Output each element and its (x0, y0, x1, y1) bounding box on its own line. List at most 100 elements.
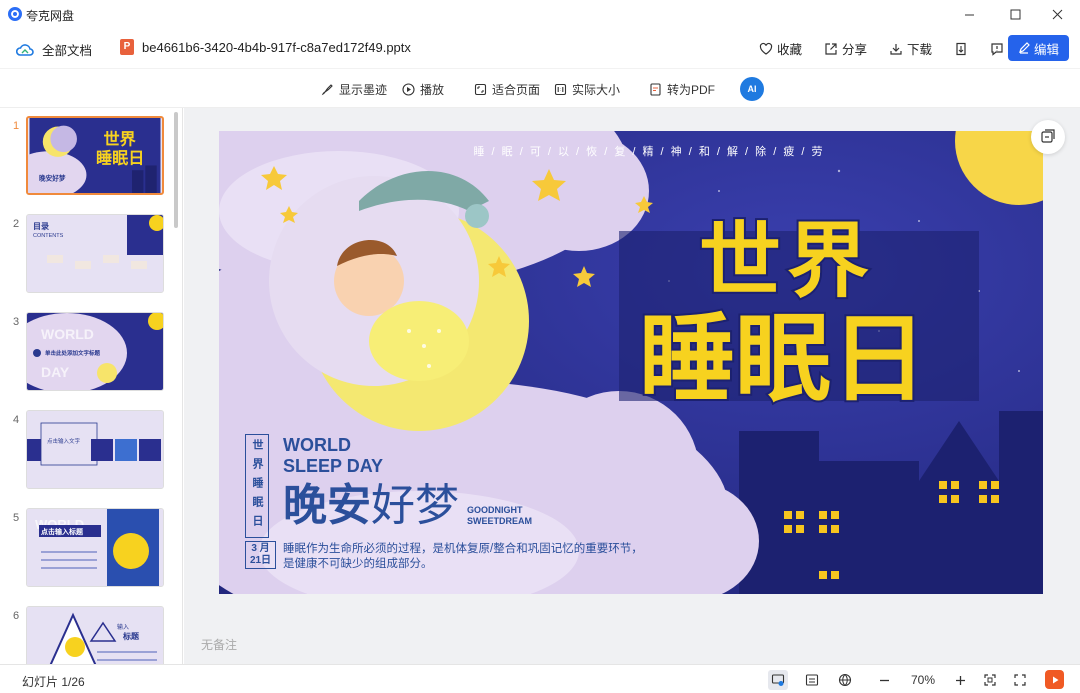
show-ink-label: 显示墨迹 (339, 83, 388, 97)
convert-pdf-label: 转为PDF (667, 83, 716, 97)
document-header: 全部文档 P be4661b6-3420-4b4b-917f-c8a7ed172… (0, 28, 1080, 68)
close-button[interactable] (1034, 0, 1080, 28)
fit-screen-button[interactable] (980, 670, 1000, 690)
sidebar-scrollbar[interactable] (174, 112, 178, 228)
goodnight-bold: 晚安 (283, 481, 371, 530)
maximize-button[interactable] (992, 0, 1038, 28)
close-icon (1052, 9, 1062, 19)
favorite-button[interactable]: 收藏 (759, 39, 802, 58)
thumb-number: 4 (13, 414, 20, 426)
svg-text:WORLD: WORLD (41, 326, 94, 342)
svg-text:目录: 目录 (33, 222, 49, 231)
slide-goodnight-en-1: GOODNIGHT (467, 505, 523, 515)
normal-view-icon (771, 674, 785, 686)
fullscreen-button[interactable] (1010, 670, 1030, 690)
play-label: 播放 (420, 83, 445, 97)
slide-date-box: 3 月 21日 (245, 541, 276, 569)
share-icon (825, 42, 837, 55)
download-icon (890, 43, 902, 55)
slide-thumbnail-6[interactable]: 输入 标题 (26, 606, 164, 664)
play-button[interactable]: 播放 (402, 81, 444, 98)
svg-text:点击输入标题: 点击输入标题 (41, 527, 84, 536)
vertical-label-text: 世界睡眠日 (251, 438, 263, 534)
thumb-number: 2 (13, 218, 20, 230)
slide-notes: 无备注 (201, 638, 238, 652)
fit-screen-icon (984, 674, 996, 686)
slide-english-title-2: SLEEP DAY (283, 456, 384, 476)
minimize-icon (964, 14, 974, 15)
fit-page-icon (474, 83, 487, 96)
plus-icon (955, 675, 965, 685)
slide-canvas-area: 睡 / 眠 / 可 / 以 / 恢 / 复 / 精 / 神 / 和 / 解 / … (184, 108, 1080, 664)
thumb-3-preview: WORLD DAY 单击此处添加文字标题 (27, 313, 163, 390)
thumb-number: 5 (13, 512, 20, 524)
slide-english-title-1: WORLD (283, 435, 351, 455)
slide-description-1: 睡眠作为生命所必须的过程，是机体复原/整合和巩固记忆的重要环节， (283, 543, 643, 555)
slideshow-button[interactable] (1045, 670, 1064, 689)
actual-size-icon (554, 83, 567, 96)
actual-size-label: 实际大小 (572, 83, 621, 97)
convert-pdf-button[interactable]: 转为PDF (649, 81, 715, 98)
fit-page-button[interactable]: 适合页面 (474, 81, 540, 98)
actual-size-button[interactable]: 实际大小 (554, 81, 620, 98)
ink-pen-icon (321, 84, 333, 96)
slide-tool-button[interactable] (1031, 120, 1065, 154)
slide-description-2: 是健康不可缺少的组成部分。 (283, 558, 433, 570)
share-label: 分享 (841, 43, 867, 57)
globe-icon (838, 673, 852, 687)
zoom-in-button[interactable] (950, 670, 970, 690)
slide-counter: 幻灯片 1/26 (22, 675, 85, 689)
copy-layout-icon (1041, 129, 1055, 143)
slide-thumbnail-5[interactable]: WORLD 点击输入标题 (26, 508, 164, 587)
minimize-button[interactable] (946, 0, 992, 28)
cloud-icon (16, 43, 34, 56)
all-docs-link[interactable]: 全部文档 (16, 40, 92, 59)
slide-big-title-line2: 睡眠日 (637, 303, 929, 415)
slide-thumbnail-4[interactable]: 点击输入文字 (26, 410, 164, 489)
heart-icon (759, 42, 773, 55)
svg-text:单击此处添加文字标题: 单击此处添加文字标题 (45, 349, 101, 357)
ai-assistant-button[interactable]: AI (740, 77, 764, 101)
app-logo-icon (8, 7, 22, 21)
edit-label: 编辑 (1033, 42, 1059, 57)
slide-thumbnail-2[interactable]: 目录 CONTENTS (26, 214, 164, 293)
pptx-file-icon: P (120, 39, 134, 55)
feedback-icon (991, 42, 1003, 56)
slide-thumbnail-3[interactable]: WORLD DAY 单击此处添加文字标题 (26, 312, 164, 391)
pdf-icon (650, 83, 661, 96)
slide-top-line: 睡 / 眠 / 可 / 以 / 恢 / 复 / 精 / 神 / 和 / 解 / … (473, 146, 825, 158)
normal-view-button[interactable] (768, 670, 788, 690)
save-to-device-button[interactable] (954, 42, 968, 56)
maximize-icon (1010, 9, 1020, 19)
svg-text:标题: 标题 (122, 631, 140, 641)
slide-thumbnail-1[interactable]: 世界 睡眠日 晚安好梦 (26, 116, 164, 195)
svg-text:晚安好梦: 晚安好梦 (39, 174, 66, 183)
thumb-1-preview: 世界 睡眠日 晚安好梦 (28, 118, 161, 193)
viewer-toolbar: 显示墨迹 播放 适合页面 实际大小 转为PDF AI (0, 68, 1080, 108)
edit-button[interactable]: 编辑 (1008, 35, 1069, 61)
thumb-4-preview: 点击输入文字 (27, 411, 163, 488)
thumb-5-preview: WORLD 点击输入标题 (27, 509, 163, 586)
notes-view-button[interactable] (802, 670, 822, 690)
svg-text:CONTENTS: CONTENTS (33, 233, 64, 239)
play-circle-icon (402, 83, 415, 96)
share-button[interactable]: 分享 (824, 39, 867, 58)
status-bar: 幻灯片 1/26 70% (0, 664, 1080, 693)
show-ink-button[interactable]: 显示墨迹 (321, 81, 387, 98)
thumb-number: 1 (13, 120, 20, 132)
svg-text:输入: 输入 (117, 623, 129, 631)
zoom-out-button[interactable] (874, 670, 894, 690)
title-bar: 夸克网盘 (0, 0, 1080, 28)
thumb-number: 3 (13, 316, 20, 328)
slide-goodnight-cn: 晚安好梦 (283, 481, 459, 531)
download-label: 下载 (906, 43, 932, 57)
download-button[interactable]: 下载 (889, 39, 932, 58)
fit-page-label: 适合页面 (492, 83, 541, 97)
minus-icon (879, 679, 889, 681)
goodnight-regular: 好梦 (371, 481, 459, 530)
web-view-button[interactable] (835, 670, 855, 690)
thumb-6-preview: 输入 标题 (27, 607, 163, 664)
feedback-button[interactable] (990, 42, 1004, 56)
fullscreen-icon (1014, 674, 1026, 686)
date-month: 3 月 (251, 543, 270, 554)
